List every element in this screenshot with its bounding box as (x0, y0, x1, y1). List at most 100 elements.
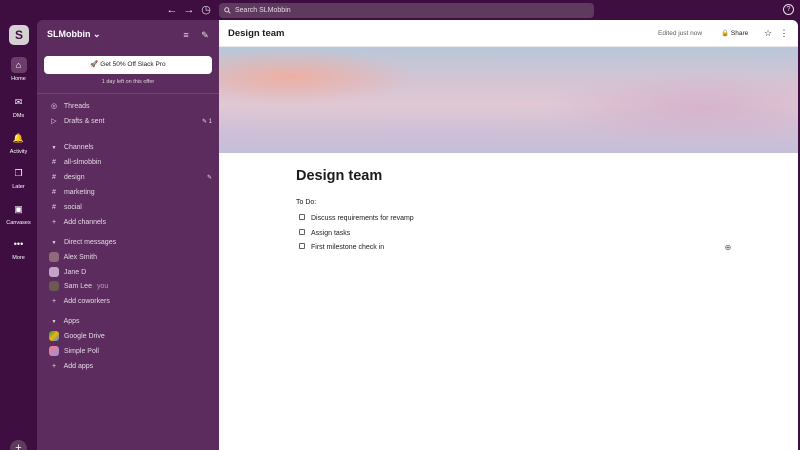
todo-item[interactable]: First milestone check in (299, 243, 384, 253)
dm-label: Alex Smith (63, 254, 98, 261)
history-icon[interactable]: ◷ (199, 3, 213, 17)
dms-icon: ✉ (14, 97, 23, 107)
plus-icon: + (51, 298, 57, 305)
add-coworkers-button[interactable]: + Add coworkers (47, 295, 212, 309)
hash-icon: # (52, 174, 56, 181)
add-channels-label: Add channels (63, 219, 106, 226)
add-comment-icon[interactable]: ⊕ (723, 243, 733, 253)
you-label: you (96, 283, 109, 290)
workspace-avatar[interactable]: S (9, 25, 29, 45)
search-icon (224, 7, 231, 14)
caret-down-icon: ▼ (51, 240, 57, 246)
sidebar-item-channel[interactable]: # social (47, 201, 212, 215)
sidebar-item-channel[interactable]: # marketing (47, 186, 212, 200)
add-coworkers-label: Add coworkers (63, 298, 110, 305)
sidebar-item-drafts[interactable]: ▷ Drafts & sent ✎ 1 (47, 115, 212, 129)
rail-item-label: More (12, 255, 25, 261)
canvas-icon: ▣ (14, 204, 23, 214)
sidebar-divider (37, 93, 219, 94)
rail-item-activity[interactable]: 🔔 Activity (0, 130, 37, 155)
canvas-banner-image (219, 47, 798, 153)
canvas-pane: Design team Edited just now 🔒 Share ☆ ⋮ … (219, 20, 798, 450)
rail-item-label: Canvases (6, 220, 31, 226)
rail-item-label: Home (11, 76, 26, 82)
rail-item-label: Later (12, 184, 25, 190)
compose-icon[interactable]: ✎ (199, 29, 211, 41)
todo-label: To Do: (296, 199, 317, 206)
sidebar-item-dm[interactable]: Alex Smith (47, 251, 212, 265)
sidebar: SLMobbin ⌄ ≡ ✎ 🚀 Get 50% Off Slack Pro 1… (37, 20, 219, 450)
page-title: Design team (228, 28, 285, 39)
sidebar-item-dm[interactable]: Sam Lee you (47, 280, 212, 294)
rail-item-dms[interactable]: ✉ DMs (0, 94, 37, 119)
section-label: Direct messages (63, 239, 117, 246)
avatar (49, 267, 59, 278)
add-channels-button[interactable]: + Add channels (47, 216, 212, 230)
plus-icon: + (51, 363, 57, 370)
star-icon[interactable]: ☆ (762, 27, 774, 40)
channel-label: all-slmobbin (63, 159, 102, 166)
caret-down-icon: ▼ (51, 145, 57, 151)
todo-item[interactable]: Assign tasks (299, 229, 350, 239)
top-bar: ← → ◷ Search SLMobbin ? (0, 0, 800, 20)
more-options-icon[interactable]: ⋮ (778, 27, 790, 40)
sidebar-item-label: Threads (63, 103, 90, 110)
caret-down-icon: ▼ (51, 319, 57, 325)
sidebar-item-label: Drafts & sent (63, 118, 105, 125)
send-icon: ▷ (51, 118, 57, 125)
hash-icon: # (52, 204, 56, 211)
threads-icon: ◎ (50, 103, 58, 110)
plus-icon: + (51, 219, 57, 226)
more-icon: ••• (13, 239, 24, 249)
sidebar-item-channel[interactable]: # all-slmobbin (47, 156, 212, 170)
todo-item[interactable]: Discuss requirements for revamp (299, 214, 414, 224)
sidebar-item-app[interactable]: Google Drive (47, 330, 212, 344)
rail-item-canvases[interactable]: ▣ Canvases (0, 201, 37, 226)
rail-item-label: Activity (9, 149, 28, 155)
sidebar-item-app[interactable]: Simple Poll (47, 345, 212, 359)
app-label: Simple Poll (63, 348, 99, 355)
filter-icon[interactable]: ≡ (180, 29, 192, 41)
channel-label: marketing (63, 189, 95, 196)
section-label: Channels (63, 144, 94, 151)
bookmark-icon: ❒ (14, 168, 23, 178)
document-title[interactable]: Design team (296, 168, 382, 184)
rail-item-more[interactable]: ••• More (0, 236, 37, 261)
channel-label: social (63, 204, 82, 211)
help-icon[interactable]: ? (783, 4, 794, 15)
channels-section-header[interactable]: ▼ Channels (47, 141, 212, 155)
add-workspace-button[interactable]: + (10, 440, 27, 450)
workspace-name[interactable]: SLMobbin ⌄ (47, 29, 101, 40)
hash-icon: # (52, 159, 56, 166)
todo-text: First milestone check in (311, 244, 385, 251)
section-label: Apps (63, 318, 80, 325)
checkbox[interactable] (299, 214, 305, 221)
checkbox[interactable] (299, 243, 305, 250)
bell-icon: 🔔 (12, 133, 25, 143)
back-arrow-icon[interactable]: ← (165, 3, 179, 17)
home-icon: ⌂ (10, 57, 27, 73)
forward-arrow-icon[interactable]: → (182, 3, 196, 17)
promo-button[interactable]: 🚀 Get 50% Off Slack Pro (44, 56, 212, 74)
sidebar-item-dm[interactable]: Jane D (47, 266, 212, 280)
promo-subtitle: 1 day left on this offer (101, 79, 155, 85)
add-apps-label: Add apps (63, 363, 94, 370)
search-input[interactable]: Search SLMobbin (219, 3, 594, 18)
share-button[interactable]: 🔒 Share (717, 27, 752, 40)
checkbox[interactable] (299, 229, 305, 236)
sidebar-item-threads[interactable]: ◎ Threads (47, 100, 212, 114)
dm-section-header[interactable]: ▼ Direct messages (47, 236, 212, 250)
todo-text: Assign tasks (311, 230, 351, 237)
dm-label: Sam Lee (63, 283, 92, 290)
rail-item-label: DMs (12, 113, 25, 119)
google-drive-icon (49, 331, 59, 342)
apps-section-header[interactable]: ▼ Apps (47, 315, 212, 329)
sidebar-item-channel[interactable]: # design ✎ (47, 171, 212, 185)
add-apps-button[interactable]: + Add apps (47, 360, 212, 374)
canvas-header: Design team Edited just now 🔒 Share ☆ ⋮ (219, 20, 798, 47)
rail-item-later[interactable]: ❒ Later (0, 165, 37, 190)
rail-item-home[interactable]: ⌂ Home (0, 57, 37, 82)
channel-label: design (63, 174, 85, 181)
avatar (49, 252, 59, 263)
edited-status: Edited just now (658, 30, 703, 37)
